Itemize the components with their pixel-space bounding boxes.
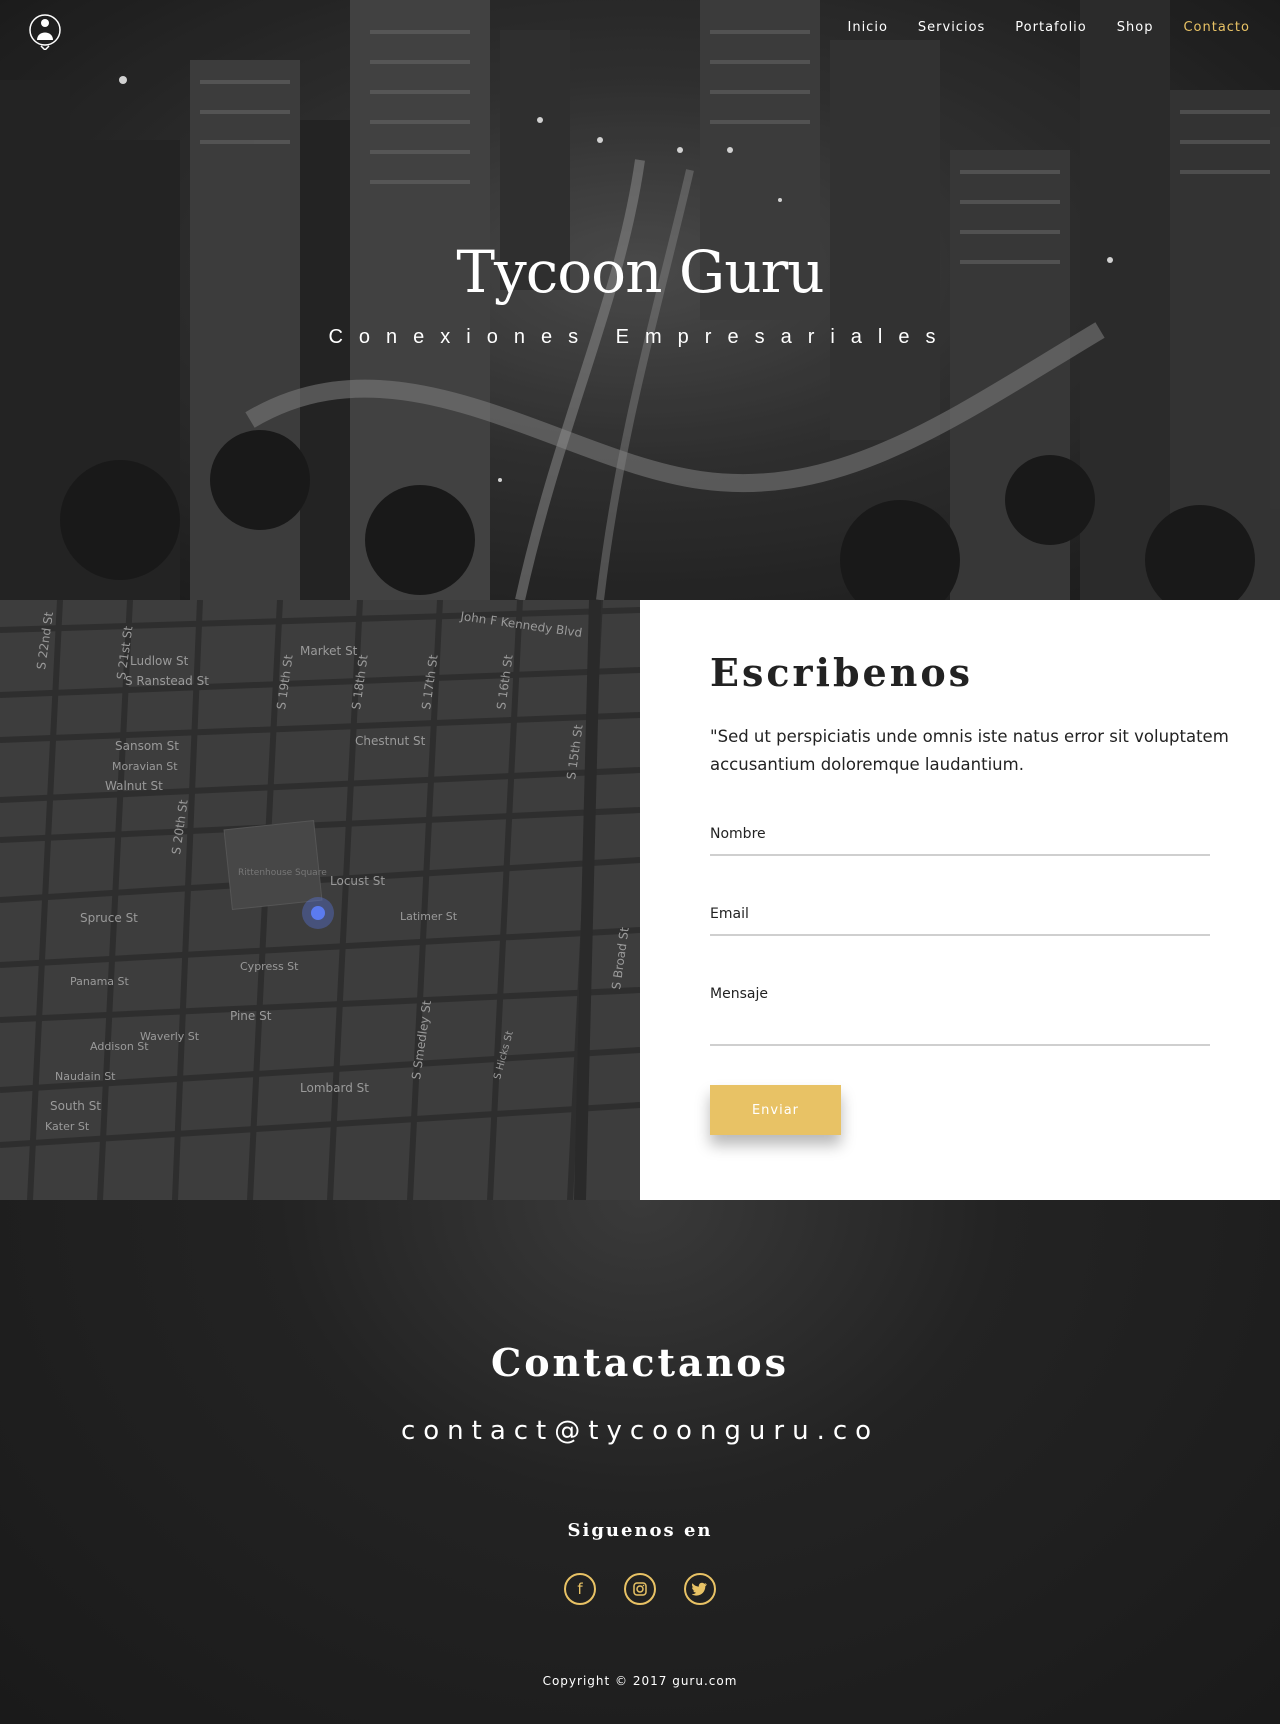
follow-heading: Siguenos en (567, 1520, 713, 1541)
footer: Contactanos contact@tycoonguru.co Siguen… (0, 1200, 1280, 1724)
nav-item-shop[interactable]: Shop (1117, 20, 1154, 35)
message-label: Mensaje (710, 986, 768, 1002)
map-label: Moravian St (112, 760, 178, 773)
map-label: Lombard St (300, 1081, 369, 1095)
map-label: Latimer St (400, 910, 458, 923)
contact-section: Market St John F Kennedy Blvd Ludlow St … (0, 600, 1280, 1200)
map-label: Naudain St (55, 1070, 116, 1083)
map-label: S Smedley St (409, 999, 434, 1080)
contact-form-panel: Escribenos "Sed ut perspiciatis unde omn… (640, 600, 1280, 1200)
form-title: Escribenos (710, 650, 974, 695)
nav-item-contacto[interactable]: Contacto (1183, 20, 1250, 35)
send-button[interactable]: Enviar (710, 1085, 841, 1135)
form-description: "Sed ut perspiciatis unde omnis iste nat… (710, 727, 1229, 774)
map-label: Ludlow St (130, 654, 189, 668)
map-label: Addison St (90, 1040, 149, 1053)
facebook-icon[interactable]: f (564, 1573, 596, 1605)
map-label: Locust St (330, 874, 385, 888)
map-label: S Broad St (609, 926, 632, 990)
map-label: Panama St (70, 975, 130, 988)
map-label: Spruce St (80, 911, 138, 925)
social-links: f (564, 1573, 716, 1605)
map-label: Walnut St (105, 779, 163, 793)
map-label: S 21st St (114, 625, 135, 681)
email-field[interactable]: Email (710, 906, 1210, 936)
main-nav: Inicio Servicios Portafolio Shop Contact… (818, 20, 1251, 35)
map-label: Waverly St (140, 1030, 200, 1043)
twitter-icon[interactable] (684, 1573, 716, 1605)
map-label: Cypress St (240, 960, 299, 973)
map-label: S Ranstead St (125, 674, 209, 688)
nav-item-servicios[interactable]: Servicios (918, 20, 985, 35)
message-field[interactable]: Mensaje (710, 986, 1210, 1046)
map-label: Sansom St (115, 739, 179, 753)
footer-title: Contactanos (490, 1340, 790, 1385)
name-field[interactable]: Nombre (710, 826, 1210, 856)
nav-item-portafolio[interactable]: Portafolio (1015, 20, 1086, 35)
map-label: Market St (300, 644, 358, 658)
map-label: Chestnut St (355, 734, 426, 748)
map[interactable]: Market St John F Kennedy Blvd Ludlow St … (0, 600, 640, 1200)
contact-email-link[interactable]: contact@tycoonguru.co (0, 1416, 1280, 1446)
map-label: S 22nd St (34, 611, 56, 671)
map-canvas[interactable]: Market St John F Kennedy Blvd Ludlow St … (0, 600, 640, 1200)
hero-section: Inicio Servicios Portafolio Shop Contact… (0, 0, 1280, 600)
logo-icon[interactable] (27, 12, 63, 50)
map-label: Rittenhouse Square (238, 868, 327, 878)
email-label: Email (710, 906, 749, 922)
name-label: Nombre (710, 826, 766, 842)
copyright-text: Copyright © 2017 guru.com (542, 1674, 738, 1688)
map-label: Pine St (230, 1009, 272, 1023)
map-label: Kater St (45, 1120, 90, 1133)
location-marker-icon[interactable] (311, 906, 325, 920)
nav-item-inicio[interactable]: Inicio (848, 20, 888, 35)
hero-title: Tycoon Guru (456, 238, 824, 306)
map-label: South St (50, 1099, 101, 1113)
instagram-icon[interactable] (624, 1573, 656, 1605)
hero-subtitle: Conexiones Empresariales (328, 326, 952, 348)
